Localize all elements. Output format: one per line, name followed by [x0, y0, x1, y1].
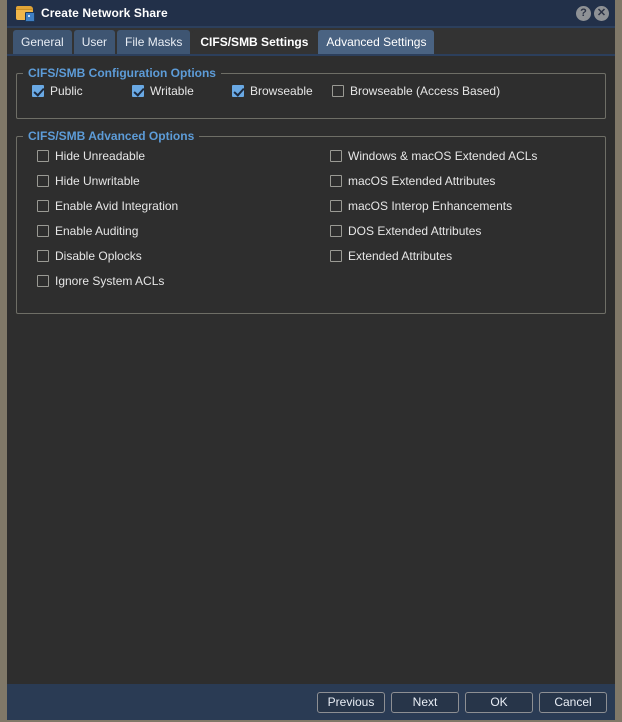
- checkbox-hide-unreadable[interactable]: Hide Unreadable: [37, 149, 145, 163]
- checkbox-box: [37, 175, 49, 187]
- tab-bar: General User File Masks CIFS/SMB Setting…: [7, 26, 615, 56]
- checkbox-box: [37, 250, 49, 262]
- checkbox-extended-attributes[interactable]: Extended Attributes: [330, 249, 452, 263]
- configuration-options-legend: CIFS/SMB Configuration Options: [28, 66, 216, 80]
- checkbox-label: DOS Extended Attributes: [348, 224, 482, 238]
- checkbox-box: [330, 225, 342, 237]
- network-share-folder-icon: [16, 5, 35, 22]
- checkbox-public[interactable]: Public: [32, 84, 83, 98]
- checkbox-box: [132, 85, 144, 97]
- checkbox-label: Public: [50, 84, 83, 98]
- checkbox-label: Extended Attributes: [348, 249, 453, 263]
- checkbox-label: Hide Unwritable: [55, 174, 140, 188]
- previous-button[interactable]: Previous: [317, 691, 385, 713]
- checkbox-label: Hide Unreadable: [55, 149, 146, 163]
- dialog-footer: Previous Next OK Cancel: [7, 684, 615, 720]
- checkbox-label: Enable Avid Integration: [55, 199, 179, 213]
- checkbox-box: [232, 85, 244, 97]
- title-bar: Create Network Share ? ✕: [7, 0, 615, 26]
- checkbox-label: Browseable: [250, 84, 313, 98]
- checkbox-hide-unwritable[interactable]: Hide Unwritable: [37, 174, 140, 188]
- tab-file-masks[interactable]: File Masks: [117, 30, 191, 54]
- next-button[interactable]: Next: [391, 691, 459, 713]
- checkbox-browseable-access-based[interactable]: Browseable (Access Based): [332, 84, 500, 98]
- checkbox-box: [330, 250, 342, 262]
- checkbox-label: macOS Extended Attributes: [348, 174, 496, 188]
- tab-advanced-settings[interactable]: Advanced Settings: [318, 30, 435, 54]
- checkbox-macos-extended-attributes[interactable]: macOS Extended Attributes: [330, 174, 495, 188]
- tab-general[interactable]: General: [13, 30, 72, 54]
- checkbox-enable-avid-integration[interactable]: Enable Avid Integration: [37, 199, 178, 213]
- checkbox-windows-macos-extended-acls[interactable]: Windows & macOS Extended ACLs: [330, 149, 537, 163]
- checkbox-label: macOS Interop Enhancements: [348, 199, 513, 213]
- cifs-smb-advanced-options-group: CIFS/SMB Advanced Options Hide Unreadabl…: [16, 129, 606, 314]
- checkbox-browseable[interactable]: Browseable: [232, 84, 313, 98]
- checkbox-enable-auditing[interactable]: Enable Auditing: [37, 224, 138, 238]
- checkbox-box: [330, 150, 342, 162]
- create-network-share-dialog: Create Network Share ? ✕ General User Fi…: [0, 0, 622, 722]
- checkbox-box: [37, 150, 49, 162]
- checkbox-box: [37, 225, 49, 237]
- checkbox-box: [330, 200, 342, 212]
- checkbox-label: Disable Oplocks: [55, 249, 142, 263]
- window-title: Create Network Share: [41, 6, 168, 20]
- checkbox-label: Windows & macOS Extended ACLs: [348, 149, 538, 163]
- checkbox-box: [37, 200, 49, 212]
- checkbox-box: [37, 275, 49, 287]
- checkbox-macos-interop-enhancements[interactable]: macOS Interop Enhancements: [330, 199, 512, 213]
- checkbox-label: Browseable (Access Based): [350, 84, 501, 98]
- close-icon[interactable]: ✕: [594, 5, 609, 21]
- cifs-smb-configuration-options-group: CIFS/SMB Configuration Options Public Wr…: [16, 66, 606, 119]
- checkbox-writable[interactable]: Writable: [132, 84, 194, 98]
- checkbox-dos-extended-attributes[interactable]: DOS Extended Attributes: [330, 224, 481, 238]
- title-bar-buttons: ? ✕: [576, 5, 609, 21]
- checkbox-box: [32, 85, 44, 97]
- help-icon[interactable]: ?: [576, 5, 591, 21]
- advanced-options-body: Hide Unreadable Hide Unwritable Enable A…: [17, 143, 605, 313]
- checkbox-label: Ignore System ACLs: [55, 274, 165, 288]
- advanced-options-legend: CIFS/SMB Advanced Options: [28, 129, 195, 143]
- configuration-options-body: Public Writable Browseable Browseable (A…: [17, 80, 605, 118]
- checkbox-box: [332, 85, 344, 97]
- ok-button[interactable]: OK: [465, 691, 533, 713]
- dialog-content: CIFS/SMB Configuration Options Public Wr…: [7, 66, 615, 684]
- checkbox-ignore-system-acls[interactable]: Ignore System ACLs: [37, 274, 164, 288]
- tab-user[interactable]: User: [73, 30, 116, 54]
- cancel-button[interactable]: Cancel: [539, 691, 607, 713]
- checkbox-box: [330, 175, 342, 187]
- checkbox-label: Enable Auditing: [55, 224, 139, 238]
- tab-cifs-smb-settings[interactable]: CIFS/SMB Settings: [192, 30, 317, 54]
- checkbox-disable-oplocks[interactable]: Disable Oplocks: [37, 249, 142, 263]
- checkbox-label: Writable: [150, 84, 194, 98]
